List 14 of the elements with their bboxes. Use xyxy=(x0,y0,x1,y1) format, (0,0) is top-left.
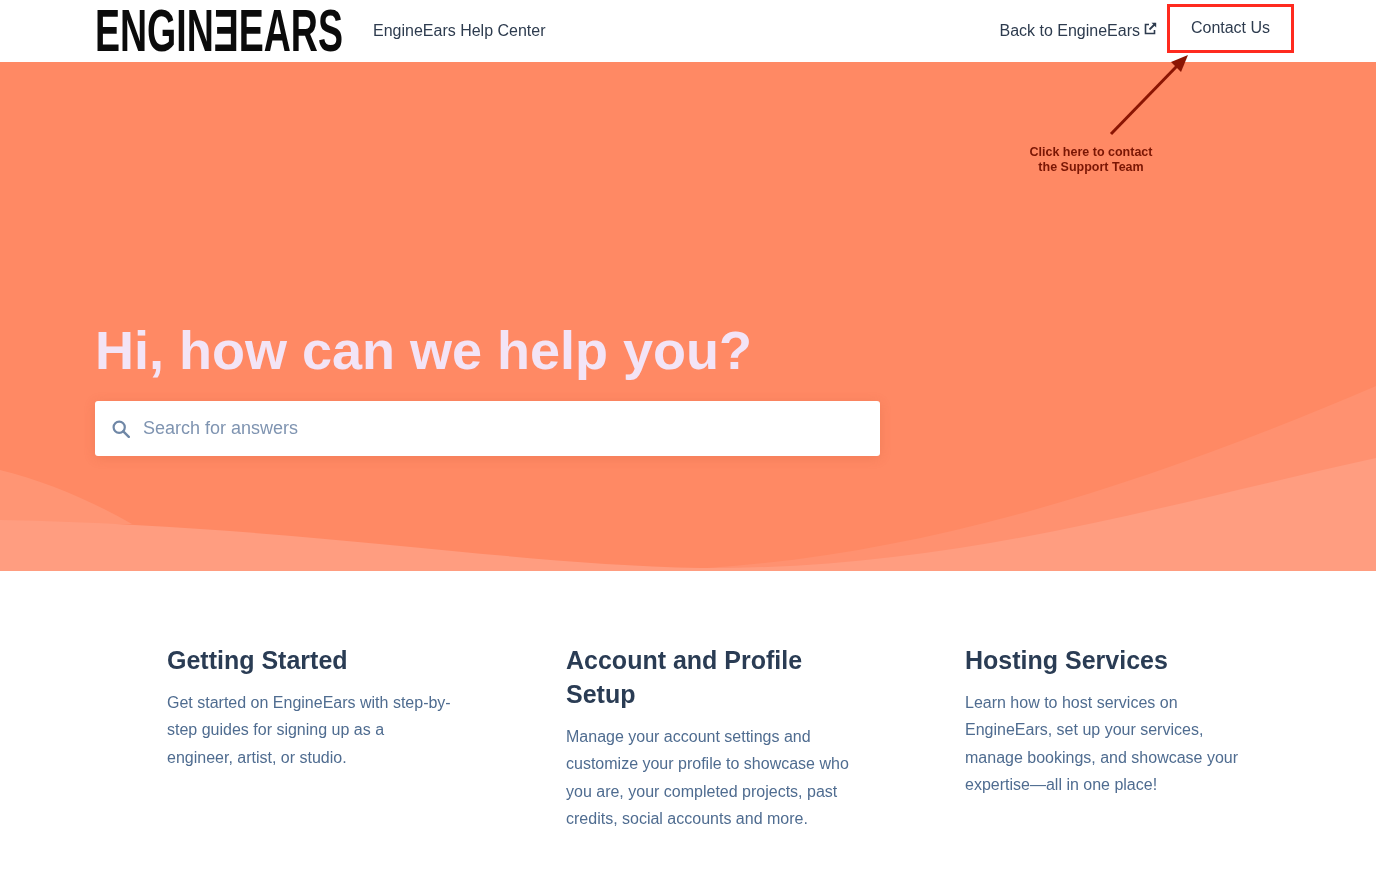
search-icon xyxy=(112,420,130,438)
logo[interactable]: ENGINƎEARS xyxy=(95,1,343,61)
category-title[interactable]: Account and Profile Setup xyxy=(566,643,850,711)
back-link[interactable]: Back to EngineEars xyxy=(999,22,1157,40)
annotation-text: Click here to contact the Support Team xyxy=(1028,145,1154,175)
search-field[interactable]: Search for answers xyxy=(95,401,880,456)
hero-heading: Hi, how can we help you? xyxy=(95,319,753,381)
category-description: Get started on EngineEars with step-by-step guides for signing up as a engineer, artist, or studio. xyxy=(167,693,451,768)
help-center-title[interactable]: EngineEars Help Center xyxy=(373,22,546,40)
category-title[interactable]: Getting Started xyxy=(167,643,451,677)
category-description: Manage your account settings and customize your profile to showcase who you are, your completed projects, past credits, social accounts and more. xyxy=(566,727,850,829)
category-description: Learn how to host services on EngineEars, set up your services, manage bookings, and showcase your expertise—all in one place! xyxy=(965,693,1240,795)
contact-us-button[interactable]: Contact Us xyxy=(1167,3,1294,53)
category-title[interactable]: Hosting Services xyxy=(965,643,1249,677)
